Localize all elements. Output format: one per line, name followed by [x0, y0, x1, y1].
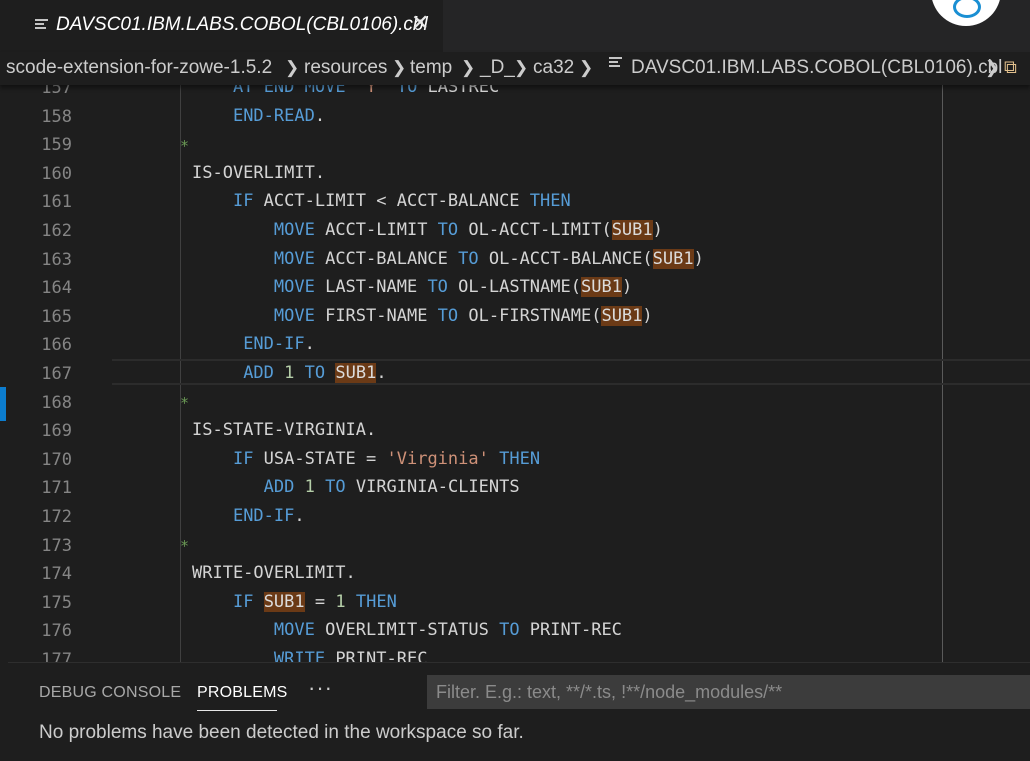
- breadcrumb: scode-extension-for-zowe-1.5.2 ❯ resourc…: [0, 52, 1030, 85]
- line-number: 168: [41, 392, 72, 413]
- line-number: 172: [41, 507, 72, 527]
- breadcrumb-item[interactable]: temp: [410, 57, 452, 79]
- comment-marker: *: [180, 137, 190, 155]
- code-line[interactable]: END-IF.: [192, 334, 315, 354]
- line-number: 170: [41, 449, 72, 470]
- code-line[interactable]: ADD 1 TO VIRGINIA-CLIENTS: [192, 477, 520, 497]
- line-number: 158: [41, 106, 72, 127]
- chat-icon[interactable]: [931, 0, 1001, 26]
- code-line[interactable]: END-READ.: [192, 106, 325, 126]
- line-number: 164: [41, 278, 72, 299]
- code-line[interactable]: MOVE FIRST-NAME TO OL-FIRSTNAME(SUB1): [192, 305, 653, 326]
- lines-icon: [609, 57, 622, 69]
- code-line[interactable]: ADD 1 TO SUB1.: [192, 363, 387, 383]
- line-number: 175: [41, 592, 72, 613]
- code-line[interactable]: MOVE OVERLIMIT-STATUS TO PRINT-REC: [192, 620, 622, 640]
- filter-input[interactable]: Filter. E.g.: text, **/*.ts, !**/node_mo…: [427, 675, 1030, 709]
- code-line[interactable]: MOVE ACCT-LIMIT TO OL-ACCT-LIMIT(SUB1): [192, 220, 663, 240]
- line-number: 167: [41, 364, 72, 384]
- active-tab-indicator: [197, 710, 277, 711]
- editor-tab-bar: DAVSC01.IBM.LABS.COBOL(CBL0106).cbl ✕: [0, 0, 1030, 52]
- tab-problems[interactable]: PROBLEMS: [197, 684, 288, 702]
- chevron-right-icon: ❯: [461, 58, 476, 77]
- breadcrumb-item[interactable]: DAVSC01.IBM.LABS.COBOL(CBL0106).cbl: [631, 57, 1002, 79]
- code-line[interactable]: IF ACCT-LIMIT < ACCT-BALANCE THEN: [192, 191, 571, 211]
- chevron-right-icon: ❯: [514, 58, 529, 77]
- line-number: 173: [41, 535, 72, 556]
- line-number: 159: [41, 135, 72, 156]
- line-number: 162: [41, 221, 72, 241]
- line-number: 166: [41, 335, 72, 356]
- close-icon[interactable]: ✕: [411, 12, 429, 34]
- line-number: 176: [41, 621, 72, 642]
- code-line[interactable]: MOVE ACCT-BALANCE TO OL-ACCT-BALANCE(SUB…: [192, 248, 704, 269]
- breadcrumb-item[interactable]: scode-extension-for-zowe-1.5.2: [6, 57, 272, 79]
- line-number: 174: [41, 564, 72, 585]
- tab-debug-console[interactable]: DEBUG CONSOLE: [39, 684, 181, 702]
- comment-marker: *: [180, 537, 190, 555]
- symbol-icon[interactable]: ⧉: [1004, 57, 1017, 78]
- code-line[interactable]: END-IF.: [192, 506, 305, 526]
- chevron-right-icon: ❯: [392, 58, 407, 77]
- line-number: 177: [41, 650, 72, 662]
- breadcrumb-item[interactable]: _D_: [480, 57, 515, 79]
- code-editor[interactable]: 157 AT END MOVE 'Y' TO LASTREC 158 END-RE…: [0, 85, 1030, 662]
- tab-title: DAVSC01.IBM.LABS.COBOL(CBL0106).cbl: [56, 14, 428, 35]
- line-number: 157: [41, 85, 72, 98]
- breadcrumb-item[interactable]: resources: [304, 57, 387, 79]
- more-actions-icon[interactable]: ···: [308, 675, 333, 701]
- code-line[interactable]: IS-OVERLIMIT.: [192, 163, 325, 183]
- breadcrumb-item[interactable]: ca32: [533, 57, 574, 79]
- bottom-panel: DEBUG CONSOLE PROBLEMS ··· Filter. E.g.:…: [8, 662, 1030, 761]
- line-number: 163: [41, 249, 72, 270]
- code-line[interactable]: WRITE-OVERLIMIT.: [192, 563, 356, 583]
- line-number: 160: [41, 163, 72, 184]
- problems-message: No problems have been detected in the wo…: [39, 722, 524, 743]
- line-number: 169: [41, 421, 72, 442]
- editor-tab[interactable]: DAVSC01.IBM.LABS.COBOL(CBL0106).cbl ✕: [0, 0, 443, 52]
- chevron-right-icon: ❯: [579, 58, 594, 77]
- code-line[interactable]: IS-STATE-VIRGINIA.: [192, 420, 376, 440]
- code-line[interactable]: IF USA-STATE = 'Virginia' THEN: [192, 449, 540, 469]
- code-line[interactable]: WRITE PRINT-REC: [192, 649, 428, 662]
- comment-marker: *: [180, 394, 190, 412]
- line-number: 171: [41, 478, 72, 499]
- code-line[interactable]: IF SUB1 = 1 THEN: [192, 591, 397, 612]
- lines-icon: [35, 19, 48, 31]
- chevron-right-icon: ❯: [285, 58, 300, 77]
- line-number: 161: [41, 192, 72, 213]
- code-line[interactable]: AT END MOVE 'Y' TO LASTREC: [192, 85, 499, 97]
- code-line[interactable]: MOVE LAST-NAME TO OL-LASTNAME(SUB1): [192, 277, 632, 298]
- chevron-right-icon: ❯: [985, 58, 1000, 77]
- line-number: 165: [41, 306, 72, 327]
